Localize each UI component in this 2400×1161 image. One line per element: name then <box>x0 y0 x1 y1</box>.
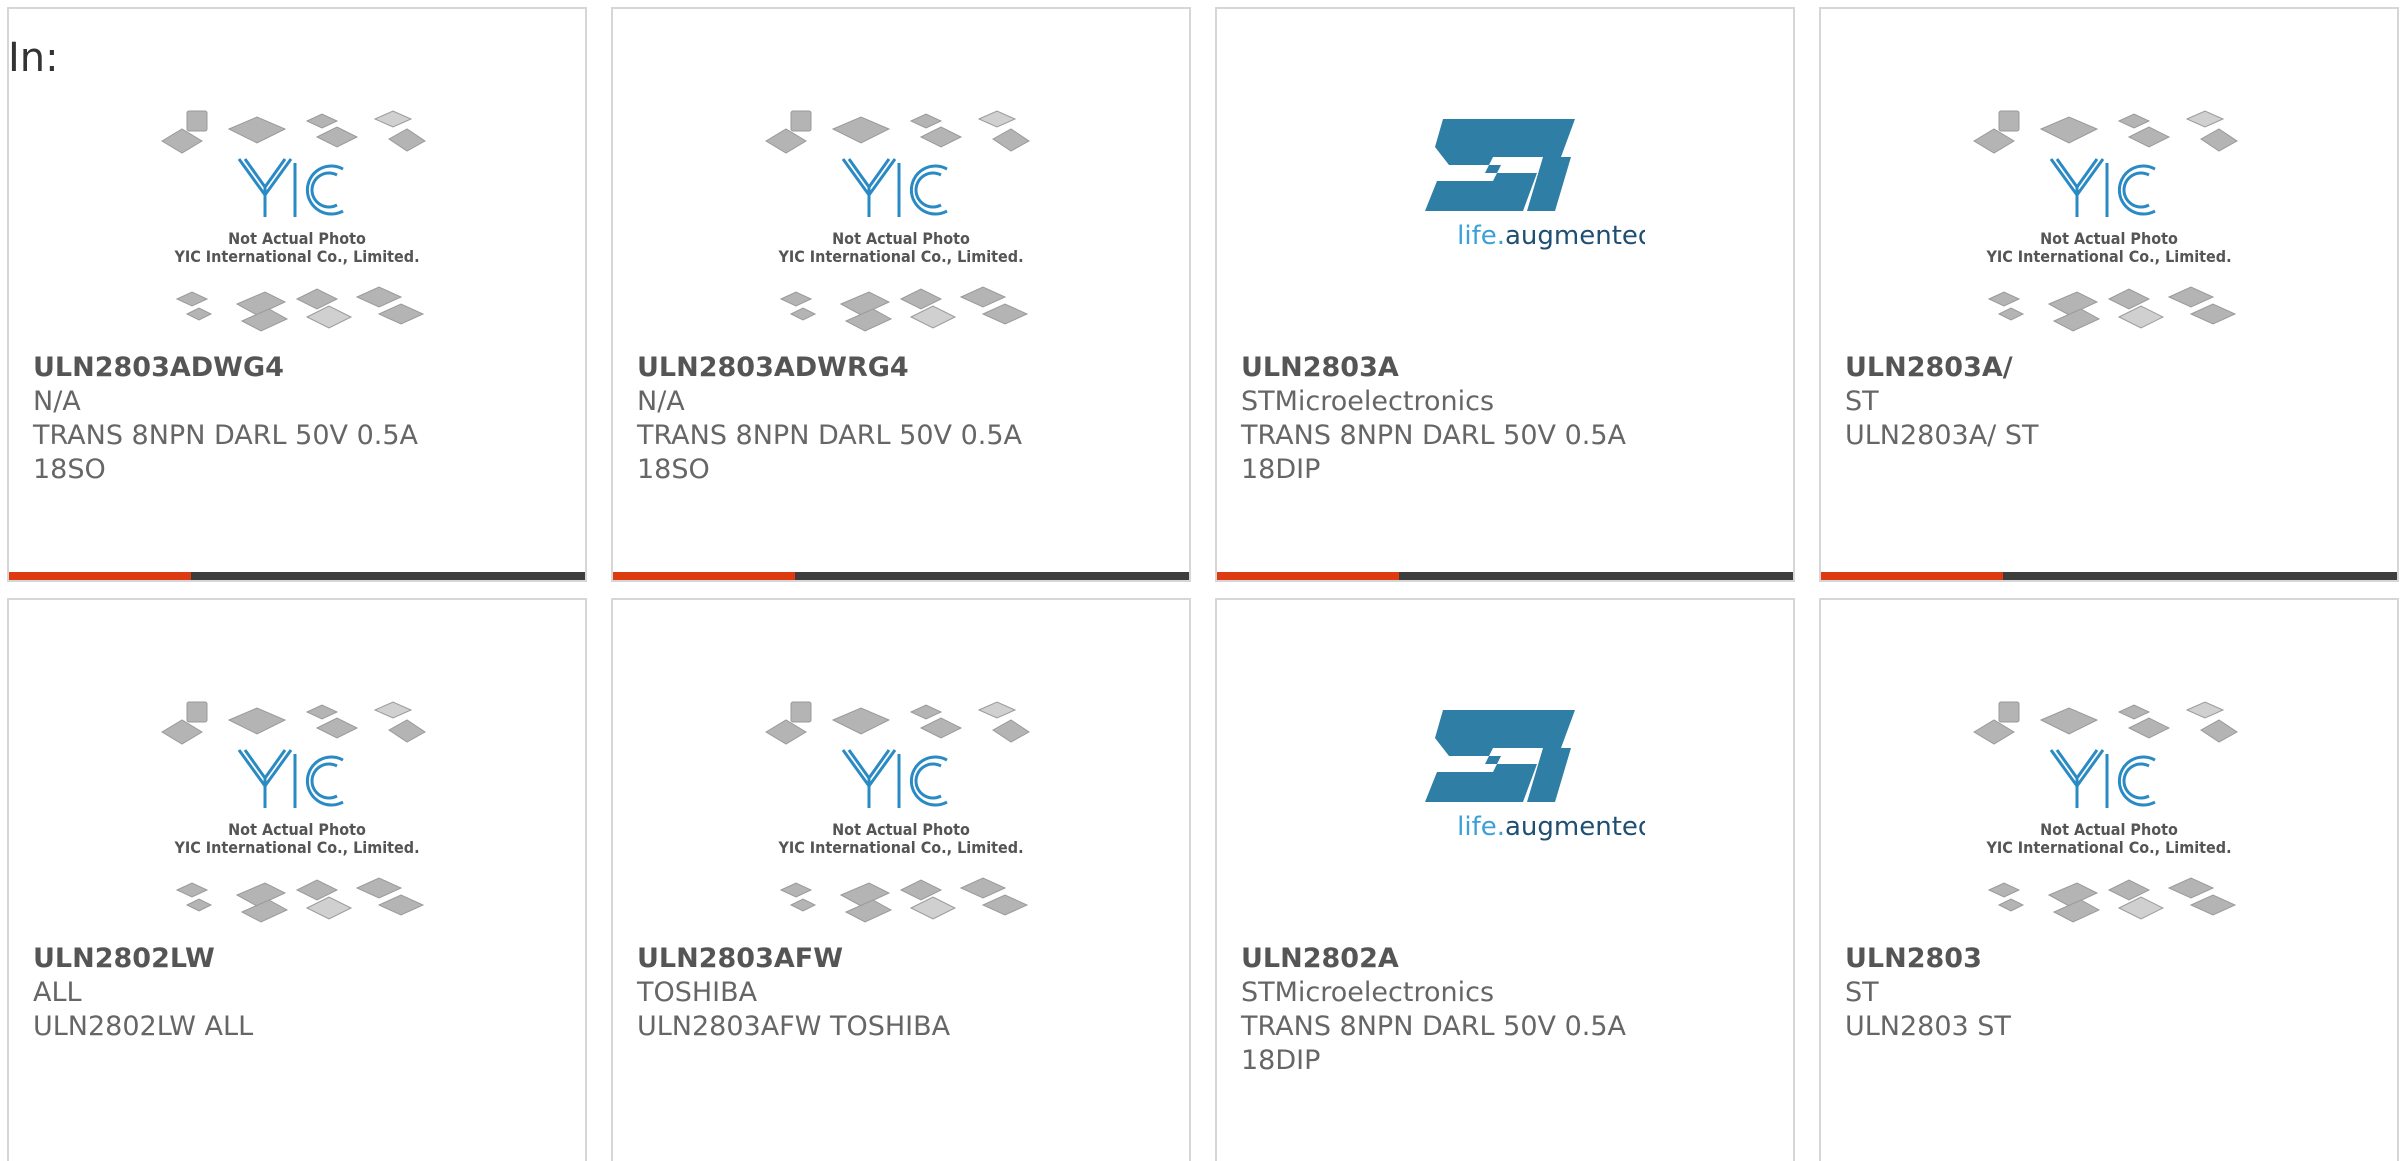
product-info: ULN2803A STMicroelectronics TRANS 8NPN D… <box>1241 351 1773 487</box>
description: ULN2802LW ALL <box>33 1011 254 1042</box>
placeholder-photo-icon: Not Actual Photo YIC International Co., … <box>1973 701 2238 923</box>
product-card[interactable]: Not Actual Photo YIC International Co., … <box>611 598 1191 1161</box>
yic-placeholder-image: Not Actual Photo YIC International Co., … <box>9 99 585 349</box>
product-info: ULN2802LW ALL ULN2802LW ALL <box>33 942 565 1044</box>
in-heading: In: <box>8 35 59 81</box>
placeholder-photo-icon: Not Actual Photo YIC International Co., … <box>765 110 1030 332</box>
card-bottom-bar <box>1821 572 2397 580</box>
description: TRANS 8NPN DARL 50V 0.5A <box>1241 420 1626 451</box>
st-tagline-life: life. <box>1457 221 1505 251</box>
st-tagline-life: life. <box>1457 812 1505 842</box>
placeholder-caption-line2: YIC International Co., Limited. <box>777 247 1023 266</box>
product-info: ULN2803ADWRG4 N/A TRANS 8NPN DARL 50V 0.… <box>637 351 1169 487</box>
description: TRANS 8NPN DARL 50V 0.5A <box>637 420 1022 451</box>
card-accent <box>613 572 795 580</box>
card-accent <box>9 572 191 580</box>
placeholder-caption-line1: Not Actual Photo <box>2040 820 2178 839</box>
placeholder-caption-line2: YIC International Co., Limited. <box>173 247 419 266</box>
placeholder-caption-line1: Not Actual Photo <box>832 820 970 839</box>
placeholder-caption-line2: YIC International Co., Limited. <box>777 838 1023 857</box>
yic-placeholder-image: Not Actual Photo YIC International Co., … <box>613 99 1189 349</box>
product-card[interactable]: Not Actual Photo YIC International Co., … <box>1819 598 2399 1161</box>
manufacturer: ST <box>1845 977 1879 1008</box>
part-number: ULN2803A/ <box>1845 352 2013 383</box>
package: 18SO <box>33 454 106 485</box>
placeholder-photo-icon: Not Actual Photo YIC International Co., … <box>161 110 426 332</box>
card-bottom-bar <box>1217 572 1793 580</box>
manufacturer: ALL <box>33 977 82 1008</box>
yic-placeholder-image: Not Actual Photo YIC International Co., … <box>613 690 1189 940</box>
manufacturer: N/A <box>33 386 81 417</box>
placeholder-caption-line1: Not Actual Photo <box>832 229 970 248</box>
product-info: ULN2803 ST ULN2803 ST <box>1845 942 2377 1044</box>
part-number: ULN2803ADWRG4 <box>637 352 909 383</box>
part-number: ULN2802A <box>1241 943 1399 974</box>
manufacturer: STMicroelectronics <box>1241 386 1495 417</box>
part-number: ULN2803 <box>1845 943 1982 974</box>
product-card[interactable]: Not Actual Photo YIC International Co., … <box>7 598 587 1161</box>
description: TRANS 8NPN DARL 50V 0.5A <box>33 420 418 451</box>
manufacturer: ST <box>1845 386 1879 417</box>
part-number: ULN2803ADWG4 <box>33 352 284 383</box>
card-bottom-bar <box>9 572 585 580</box>
placeholder-caption-line2: YIC International Co., Limited. <box>1985 838 2231 857</box>
card-accent <box>1821 572 2003 580</box>
manufacturer: N/A <box>637 386 685 417</box>
description: ULN2803 ST <box>1845 1011 2011 1042</box>
package: 18SO <box>637 454 710 485</box>
description: ULN2803AFW TOSHIBA <box>637 1011 951 1042</box>
st-logo-image: life. augmented <box>1217 690 1793 940</box>
yic-placeholder-image: Not Actual Photo YIC International Co., … <box>1821 99 2397 349</box>
part-number: ULN2803A <box>1241 352 1399 383</box>
product-results-page: In: Not Actual Photo YIC International C… <box>0 0 2400 1161</box>
yic-placeholder-image: Not Actual Photo YIC International Co., … <box>9 690 585 940</box>
placeholder-caption-line1: Not Actual Photo <box>2040 229 2178 248</box>
description: ULN2803A/ ST <box>1845 420 2039 451</box>
manufacturer: TOSHIBA <box>637 977 758 1008</box>
placeholder-caption-line2: YIC International Co., Limited. <box>173 838 419 857</box>
description: TRANS 8NPN DARL 50V 0.5A <box>1241 1011 1626 1042</box>
product-card[interactable]: life. augmented ULN2803A STMicroelectron… <box>1215 7 1795 582</box>
placeholder-photo-icon: Not Actual Photo YIC International Co., … <box>765 701 1030 923</box>
placeholder-caption-line2: YIC International Co., Limited. <box>1985 247 2231 266</box>
st-tagline-augmented: augmented <box>1505 812 1645 842</box>
part-number: ULN2802LW <box>33 943 215 974</box>
product-info: ULN2802A STMicroelectronics TRANS 8NPN D… <box>1241 942 1773 1078</box>
product-grid: Not Actual Photo YIC International Co., … <box>7 7 2399 1161</box>
product-info: ULN2803AFW TOSHIBA ULN2803AFW TOSHIBA <box>637 942 1169 1044</box>
product-info: ULN2803ADWG4 N/A TRANS 8NPN DARL 50V 0.5… <box>33 351 565 487</box>
product-card[interactable]: Not Actual Photo YIC International Co., … <box>1819 7 2399 582</box>
st-logo-icon: life. augmented <box>1425 710 1645 842</box>
placeholder-caption-line1: Not Actual Photo <box>228 229 366 248</box>
card-bottom-bar <box>613 572 1189 580</box>
manufacturer: STMicroelectronics <box>1241 977 1495 1008</box>
product-card[interactable]: Not Actual Photo YIC International Co., … <box>611 7 1191 582</box>
st-tagline-augmented: augmented <box>1505 221 1645 251</box>
placeholder-caption-line1: Not Actual Photo <box>228 820 366 839</box>
package: 18DIP <box>1241 1045 1321 1076</box>
st-logo-icon: life. augmented <box>1425 119 1645 251</box>
package: 18DIP <box>1241 454 1321 485</box>
st-logo-image: life. augmented <box>1217 99 1793 349</box>
placeholder-photo-icon: Not Actual Photo YIC International Co., … <box>1973 110 2238 332</box>
part-number: ULN2803AFW <box>637 943 843 974</box>
product-card[interactable]: Not Actual Photo YIC International Co., … <box>7 7 587 582</box>
placeholder-photo-icon: Not Actual Photo YIC International Co., … <box>161 701 426 923</box>
yic-placeholder-image: Not Actual Photo YIC International Co., … <box>1821 690 2397 940</box>
product-info: ULN2803A/ ST ULN2803A/ ST <box>1845 351 2377 453</box>
card-accent <box>1217 572 1399 580</box>
product-card[interactable]: life. augmented ULN2802A STMicroelectron… <box>1215 598 1795 1161</box>
